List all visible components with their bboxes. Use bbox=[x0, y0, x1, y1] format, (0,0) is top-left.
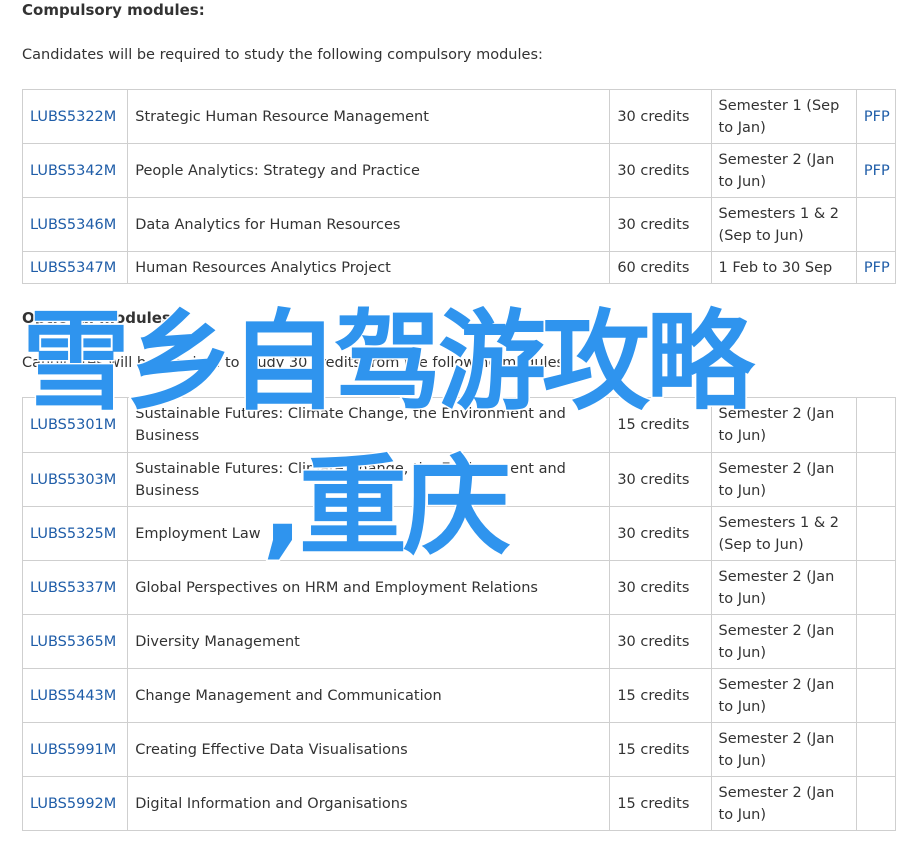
module-credits: 30 credits bbox=[609, 560, 712, 615]
module-title: Strategic Human Resource Management bbox=[127, 89, 611, 144]
table-row: LUBS5342M People Analytics: Strategy and… bbox=[21, 143, 897, 198]
pfp-cell bbox=[855, 614, 897, 669]
table-row: LUBS5346M Data Analytics for Human Resou… bbox=[21, 197, 897, 252]
pfp-link[interactable]: PFP bbox=[864, 163, 890, 179]
compulsory-heading: Compulsory modules: bbox=[22, 1, 205, 19]
module-code-link[interactable]: LUBS5322M bbox=[30, 109, 116, 125]
module-code-cell: LUBS5301M bbox=[21, 397, 129, 453]
compulsory-modules-table: LUBS5322M Strategic Human Resource Manag… bbox=[21, 89, 897, 284]
pfp-cell bbox=[855, 776, 897, 831]
module-semester: Semesters 1 & 2 (Sep to Jun) bbox=[710, 506, 857, 561]
module-title: Sustainable Futures: Climate Change, the… bbox=[127, 452, 611, 507]
module-code-cell: LUBS5342M bbox=[21, 143, 129, 198]
module-code-cell: LUBS5337M bbox=[21, 560, 129, 615]
pfp-cell bbox=[855, 560, 897, 615]
module-semester: Semester 1 (Sep to Jan) bbox=[710, 89, 857, 144]
module-semester: 1 Feb to 30 Sep bbox=[710, 251, 857, 284]
module-code-cell: LUBS5992M bbox=[21, 776, 129, 831]
module-title: Change Management and Communication bbox=[127, 668, 611, 723]
module-code-cell: LUBS5346M bbox=[21, 197, 129, 252]
pfp-cell: PFP bbox=[855, 251, 897, 284]
table-row: LUBS5365M Diversity Management 30 credit… bbox=[21, 614, 897, 669]
pfp-cell bbox=[855, 452, 897, 507]
module-semester: Semester 2 (Jan to Jun) bbox=[710, 776, 857, 831]
module-title: Digital Information and Organisations bbox=[127, 776, 611, 831]
pfp-cell: PFP bbox=[855, 143, 897, 198]
pfp-cell bbox=[855, 197, 897, 252]
module-code-link[interactable]: LUBS5365M bbox=[30, 634, 116, 650]
module-code-link[interactable]: LUBS5347M bbox=[30, 260, 116, 276]
module-code-link[interactable]: LUBS5992M bbox=[30, 796, 116, 812]
table-row: LUBS5322M Strategic Human Resource Manag… bbox=[21, 89, 897, 144]
pfp-link[interactable]: PFP bbox=[864, 109, 890, 125]
module-code-link[interactable]: LUBS5342M bbox=[30, 163, 116, 179]
module-code-cell: LUBS5325M bbox=[21, 506, 129, 561]
table-row: LUBS5303M Sustainable Futures: Climate C… bbox=[21, 452, 897, 507]
table-row: LUBS5443M Change Management and Communic… bbox=[21, 668, 897, 723]
table-row: LUBS5992M Digital Information and Organi… bbox=[21, 776, 897, 831]
module-title: Creating Effective Data Visualisations bbox=[127, 722, 611, 777]
module-code-link[interactable]: LUBS5443M bbox=[30, 688, 116, 704]
module-semester: Semester 2 (Jan to Jun) bbox=[710, 722, 857, 777]
module-semester: Semester 2 (Jan to Jun) bbox=[710, 397, 857, 453]
module-title: Global Perspectives on HRM and Employmen… bbox=[127, 560, 611, 615]
module-title: Sustainable Futures: Climate Change, the… bbox=[127, 397, 611, 453]
module-code-link[interactable]: LUBS5991M bbox=[30, 742, 116, 758]
module-semester: Semesters 1 & 2 (Sep to Jun) bbox=[710, 197, 857, 252]
module-semester: Semester 2 (Jan to Jun) bbox=[710, 614, 857, 669]
pfp-link[interactable]: PFP bbox=[864, 260, 890, 276]
module-code-cell: LUBS5991M bbox=[21, 722, 129, 777]
module-semester: Semester 2 (Jan to Jun) bbox=[710, 143, 857, 198]
module-title: People Analytics: Strategy and Practice bbox=[127, 143, 611, 198]
module-credits: 30 credits bbox=[609, 89, 712, 144]
table-row: LUBS5347M Human Resources Analytics Proj… bbox=[21, 251, 897, 284]
module-semester: Semester 2 (Jan to Jun) bbox=[710, 560, 857, 615]
module-credits: 15 credits bbox=[609, 776, 712, 831]
module-credits: 15 credits bbox=[609, 397, 712, 453]
pfp-cell bbox=[855, 722, 897, 777]
module-code-cell: LUBS5322M bbox=[21, 89, 129, 144]
module-code-link[interactable]: LUBS5346M bbox=[30, 217, 116, 233]
module-credits: 30 credits bbox=[609, 143, 712, 198]
module-semester: Semester 2 (Jan to Jun) bbox=[710, 452, 857, 507]
module-title: Data Analytics for Human Resources bbox=[127, 197, 611, 252]
table-row: LUBS5325M Employment Law 30 credits Seme… bbox=[21, 506, 897, 561]
table-row: LUBS5337M Global Perspectives on HRM and… bbox=[21, 560, 897, 615]
module-code-link[interactable]: LUBS5303M bbox=[30, 472, 116, 488]
module-code-cell: LUBS5443M bbox=[21, 668, 129, 723]
optional-intro: Candidates will be required to study 30 … bbox=[22, 355, 569, 371]
module-code-link[interactable]: LUBS5325M bbox=[30, 526, 116, 542]
module-title: Human Resources Analytics Project bbox=[127, 251, 611, 284]
module-credits: 15 credits bbox=[609, 722, 712, 777]
module-credits: 15 credits bbox=[609, 668, 712, 723]
optional-modules-table: LUBS5301M Sustainable Futures: Climate C… bbox=[21, 397, 897, 831]
module-code-link[interactable]: LUBS5301M bbox=[30, 417, 116, 433]
table-row: LUBS5301M Sustainable Futures: Climate C… bbox=[21, 397, 897, 453]
module-credits: 60 credits bbox=[609, 251, 712, 284]
table-row: LUBS5991M Creating Effective Data Visual… bbox=[21, 722, 897, 777]
pfp-cell bbox=[855, 668, 897, 723]
pfp-cell bbox=[855, 397, 897, 453]
module-credits: 30 credits bbox=[609, 452, 712, 507]
pfp-cell: PFP bbox=[855, 89, 897, 144]
module-code-link[interactable]: LUBS5337M bbox=[30, 580, 116, 596]
module-code-cell: LUBS5365M bbox=[21, 614, 129, 669]
compulsory-intro: Candidates will be required to study the… bbox=[22, 47, 543, 63]
module-semester: Semester 2 (Jan to Jun) bbox=[710, 668, 857, 723]
module-code-cell: LUBS5347M bbox=[21, 251, 129, 284]
module-title: Employment Law bbox=[127, 506, 611, 561]
module-code-cell: LUBS5303M bbox=[21, 452, 129, 507]
module-credits: 30 credits bbox=[609, 614, 712, 669]
module-credits: 30 credits bbox=[609, 506, 712, 561]
pfp-cell bbox=[855, 506, 897, 561]
module-title: Diversity Management bbox=[127, 614, 611, 669]
optional-heading: Optional modules: bbox=[22, 309, 177, 327]
module-credits: 30 credits bbox=[609, 197, 712, 252]
